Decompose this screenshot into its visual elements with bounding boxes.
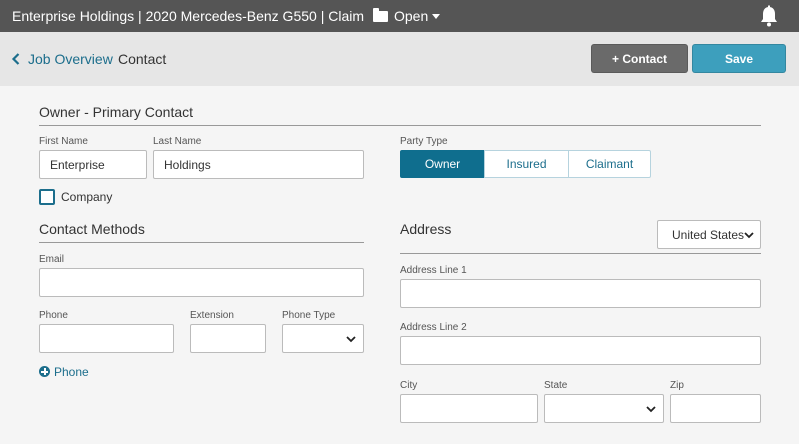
phone-label: Phone <box>39 310 68 321</box>
add-phone-link[interactable]: Phone <box>54 365 89 379</box>
chevron-down-icon <box>646 406 656 413</box>
chevron-down-icon <box>346 336 356 343</box>
phone-type-select[interactable] <box>282 324 364 353</box>
party-type-owner[interactable]: Owner <box>400 150 485 178</box>
email-input[interactable] <box>39 268 364 297</box>
party-type-insured[interactable]: Insured <box>484 150 569 178</box>
owner-section-divider <box>39 125 761 126</box>
address-line1-input[interactable] <box>400 279 761 308</box>
address-line2-input[interactable] <box>400 336 761 365</box>
caret-down-icon <box>432 13 441 19</box>
party-type-claimant[interactable]: Claimant <box>568 150 651 178</box>
state-label: State <box>544 380 568 391</box>
save-button[interactable]: Save <box>692 44 786 73</box>
extension-label: Extension <box>190 310 234 321</box>
city-label: City <box>400 380 418 391</box>
last-name-input[interactable]: Holdings <box>153 150 364 179</box>
address-line1-label: Address Line 1 <box>400 265 467 276</box>
chevron-down-icon <box>744 232 754 239</box>
country-value: United States <box>672 227 745 242</box>
status-label: Open <box>394 8 429 24</box>
zip-label: Zip <box>670 380 684 391</box>
address-line2-label: Address Line 2 <box>400 322 467 333</box>
bell-icon[interactable] <box>759 5 779 27</box>
extension-input[interactable] <box>190 324 266 353</box>
add-contact-button[interactable]: + Contact <box>591 44 688 73</box>
zip-input[interactable] <box>670 394 761 423</box>
state-select[interactable] <box>544 394 664 423</box>
company-label[interactable]: Company <box>61 190 112 204</box>
first-name-label: First Name <box>39 136 88 147</box>
contact-methods-title: Contact Methods <box>39 221 145 237</box>
party-type-label: Party Type <box>400 136 448 147</box>
phone-input[interactable] <box>39 324 174 353</box>
top-bar: Enterprise Holdings | 2020 Mercedes-Benz… <box>0 0 799 32</box>
contact-methods-divider <box>39 242 364 243</box>
breadcrumb-current: Contact <box>118 51 167 67</box>
folder-icon <box>373 7 388 22</box>
breadcrumb-job-overview-link[interactable]: Job Overview <box>28 51 113 67</box>
phone-type-label: Phone Type <box>282 310 336 321</box>
status-dropdown[interactable]: Open <box>373 7 441 24</box>
address-title: Address <box>400 221 452 237</box>
owner-section-title: Owner - Primary Contact <box>39 104 194 120</box>
last-name-label: Last Name <box>153 136 202 147</box>
city-input[interactable] <box>400 394 538 423</box>
first-name-input[interactable]: Enterprise <box>39 150 147 179</box>
plus-circle-icon[interactable] <box>39 366 50 377</box>
claim-title: Enterprise Holdings | 2020 Mercedes-Benz… <box>12 8 364 24</box>
chevron-left-icon[interactable] <box>11 53 21 65</box>
address-divider <box>400 253 761 254</box>
country-select[interactable]: United States <box>657 220 761 249</box>
email-label: Email <box>39 254 65 265</box>
company-checkbox[interactable] <box>39 189 55 205</box>
